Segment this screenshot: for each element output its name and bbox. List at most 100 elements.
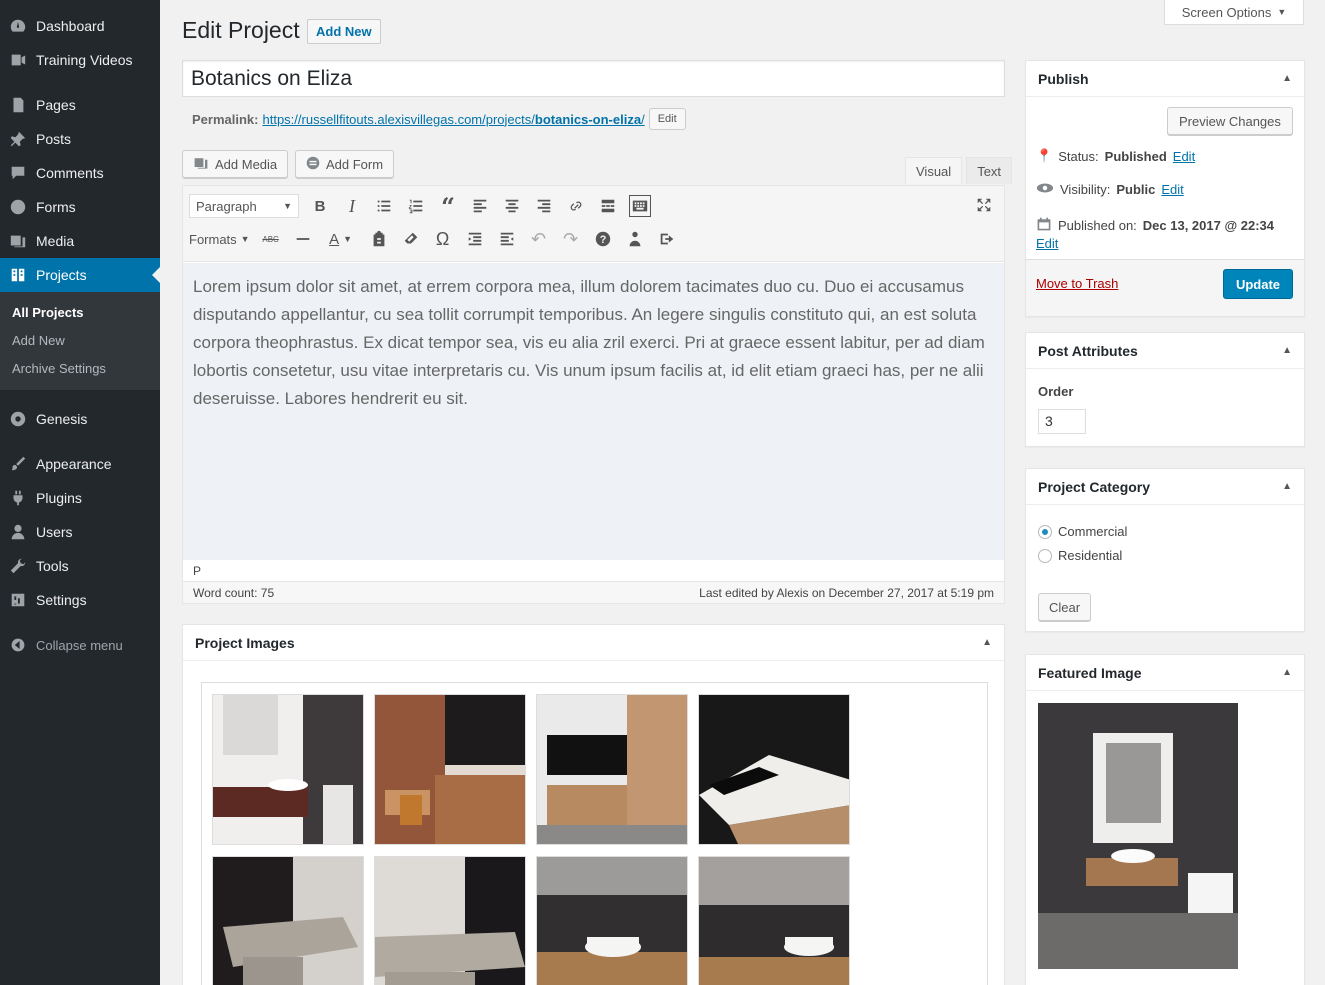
menu-label: Projects <box>36 267 87 283</box>
menu-label: Training Videos <box>36 52 133 68</box>
menu-settings[interactable]: Settings <box>0 583 160 617</box>
portfolio-icon <box>0 266 36 284</box>
move-to-trash-link[interactable]: Move to Trash <box>1036 276 1118 291</box>
menu-label: Comments <box>36 165 104 181</box>
insert-icon[interactable] <box>656 228 678 250</box>
order-label: Order <box>1038 384 1074 399</box>
permalink-edit-button[interactable]: Edit <box>648 108 686 130</box>
user-icon[interactable] <box>624 228 646 250</box>
menu-genesis[interactable]: Genesis <box>0 402 160 436</box>
bold-icon[interactable]: B <box>309 195 331 217</box>
collapse-arrow-icon[interactable]: ▲ <box>982 637 992 648</box>
status-edit-link[interactable]: Edit <box>1173 149 1195 164</box>
align-right-icon[interactable] <box>533 195 555 217</box>
fullscreen-icon[interactable] <box>973 194 995 216</box>
menu-training-videos[interactable]: Training Videos <box>0 43 160 77</box>
project-image-3[interactable] <box>536 694 688 845</box>
menu-posts[interactable]: Posts <box>0 122 160 156</box>
submenu-all-projects[interactable]: All Projects <box>12 305 84 320</box>
undo-icon[interactable]: ↶ <box>528 228 550 250</box>
indent-icon[interactable] <box>496 228 518 250</box>
media-icon <box>0 232 36 250</box>
visibility-edit-link[interactable]: Edit <box>1161 182 1183 197</box>
project-images-header[interactable]: Project Images ▲ <box>183 625 1004 661</box>
align-left-icon[interactable] <box>469 195 491 217</box>
post-title-input[interactable]: Botanics on Eliza <box>182 60 1005 97</box>
editor-status-bar: Word count: 75 Last edited by Alexis on … <box>183 581 1004 603</box>
content-editor: Paragraph ▼ B I “ Formats ▼ ABC A ▼ Ω ↶ … <box>182 185 1005 604</box>
clear-formatting-icon[interactable] <box>400 228 422 250</box>
menu-plugins[interactable]: Plugins <box>0 481 160 515</box>
special-character-icon[interactable]: Ω <box>432 228 454 250</box>
collapse-arrow-icon[interactable]: ▲ <box>1282 481 1292 492</box>
menu-media[interactable]: Media <box>0 224 160 258</box>
editor-content[interactable]: Lorem ipsum dolor sit amet, at errem cor… <box>183 263 1004 560</box>
menu-dashboard[interactable]: Dashboard <box>0 9 160 43</box>
read-more-icon[interactable] <box>597 195 619 217</box>
menu-label: Tools <box>36 558 69 574</box>
horizontal-line-icon[interactable] <box>292 228 314 250</box>
italic-icon[interactable]: I <box>341 195 363 217</box>
clear-category-button[interactable]: Clear <box>1038 593 1092 621</box>
submenu-archive-settings[interactable]: Archive Settings <box>12 361 106 376</box>
last-edited: Last edited by Alexis on December 27, 20… <box>699 585 994 600</box>
collapse-arrow-icon[interactable]: ▲ <box>1282 345 1292 356</box>
menu-label: Dashboard <box>36 18 105 34</box>
formats-menu[interactable]: Formats ▼ <box>189 232 250 247</box>
tab-visual[interactable]: Visual <box>905 157 963 184</box>
collapse-arrow-icon[interactable]: ▲ <box>1282 667 1292 678</box>
text-color-icon[interactable]: A ▼ <box>324 228 358 250</box>
permalink-link[interactable]: https://russellfitouts.alexisvillegas.co… <box>262 112 644 127</box>
link-icon[interactable] <box>565 195 587 217</box>
toolbar-toggle-icon[interactable] <box>629 195 651 217</box>
published-edit-link[interactable]: Edit <box>1036 236 1058 251</box>
add-media-button[interactable]: Add Media <box>182 150 289 178</box>
bullet-list-icon[interactable] <box>373 195 395 217</box>
project-image-7[interactable] <box>536 856 688 985</box>
tab-text[interactable]: Text <box>966 157 1013 184</box>
blockquote-icon[interactable]: “ <box>437 192 459 221</box>
order-input[interactable]: 3 <box>1038 409 1086 434</box>
menu-users[interactable]: Users <box>0 515 160 549</box>
publish-header[interactable]: Publish ▲ <box>1026 61 1304 97</box>
project-image-8[interactable] <box>698 856 850 985</box>
radio-residential[interactable] <box>1038 548 1052 563</box>
preview-changes-button[interactable]: Preview Changes <box>1167 107 1293 135</box>
add-new-button[interactable]: Add New <box>307 19 381 44</box>
menu-forms[interactable]: Forms <box>0 190 160 224</box>
featured-image[interactable] <box>1038 703 1238 969</box>
strikethrough-icon[interactable]: ABC <box>260 228 282 250</box>
brush-icon <box>0 455 36 473</box>
project-image-5[interactable] <box>212 856 364 985</box>
project-image-6[interactable] <box>374 856 526 985</box>
add-form-button[interactable]: Add Form <box>295 150 395 178</box>
project-category-header[interactable]: Project Category ▲ <box>1026 469 1304 505</box>
project-image-2[interactable] <box>374 694 526 845</box>
category-option-residential[interactable]: Residential <box>1038 548 1122 563</box>
featured-image-header[interactable]: Featured Image ▲ <box>1026 655 1304 691</box>
update-button[interactable]: Update <box>1223 269 1293 299</box>
menu-tools[interactable]: Tools <box>0 549 160 583</box>
menu-comments[interactable]: Comments <box>0 156 160 190</box>
project-image-1[interactable] <box>212 694 364 845</box>
radio-commercial[interactable] <box>1038 524 1052 539</box>
menu-projects[interactable]: Projects <box>0 258 160 292</box>
collapse-menu[interactable]: Collapse menu <box>0 632 160 658</box>
post-attributes-header[interactable]: Post Attributes ▲ <box>1026 333 1304 369</box>
align-center-icon[interactable] <box>501 195 523 217</box>
help-icon[interactable]: ? <box>592 228 614 250</box>
numbered-list-icon[interactable] <box>405 195 427 217</box>
category-option-commercial[interactable]: Commercial <box>1038 524 1127 539</box>
outdent-icon[interactable] <box>464 228 486 250</box>
redo-icon[interactable]: ↷ <box>560 228 582 250</box>
menu-appearance[interactable]: Appearance <box>0 447 160 481</box>
screen-options-button[interactable]: Screen Options ▼ <box>1164 0 1304 25</box>
collapse-arrow-icon[interactable]: ▲ <box>1282 73 1292 84</box>
menu-pages[interactable]: Pages <box>0 88 160 122</box>
project-image-4[interactable] <box>698 694 850 845</box>
submenu-add-new[interactable]: Add New <box>12 333 65 348</box>
caret-down-icon: ▼ <box>283 201 292 211</box>
format-select[interactable]: Paragraph ▼ <box>189 194 299 218</box>
paste-text-icon[interactable] <box>368 228 390 250</box>
menu-label: Pages <box>36 97 76 113</box>
